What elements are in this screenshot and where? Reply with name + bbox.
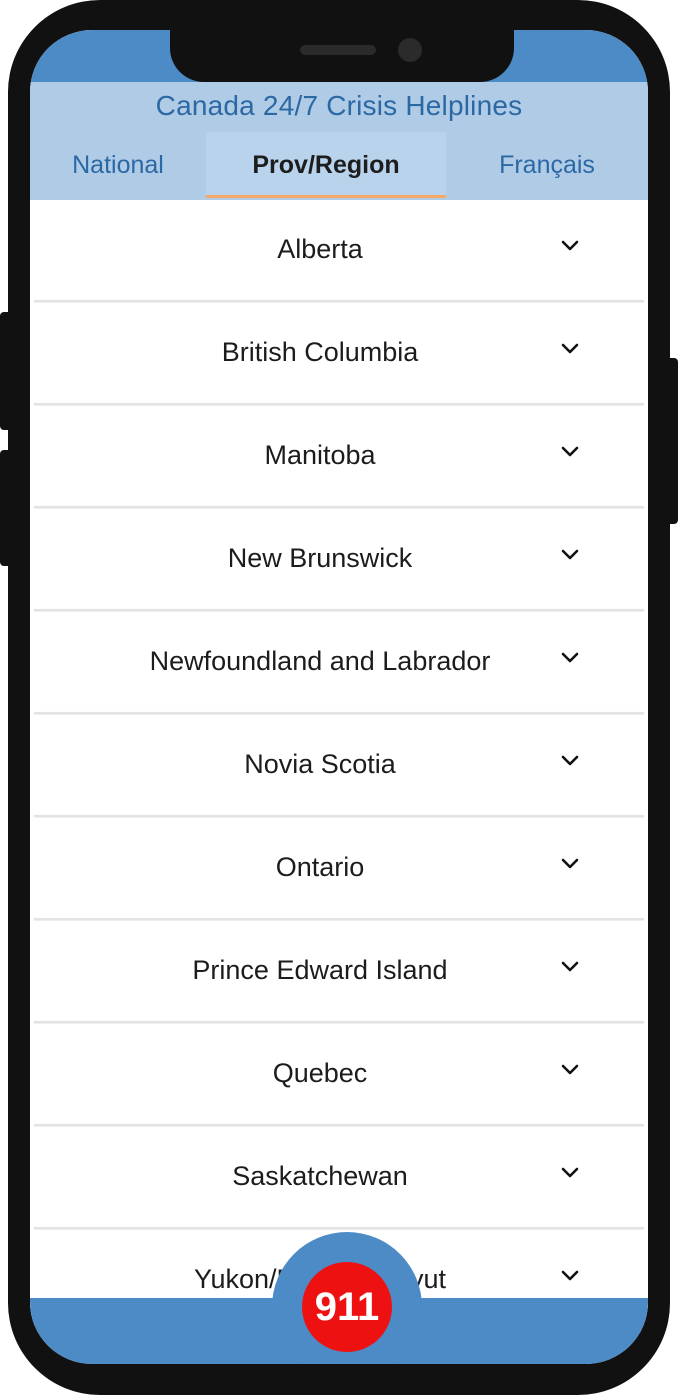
row-divider — [34, 506, 644, 508]
chevron-down-icon[interactable] — [558, 856, 582, 872]
chevron-down-icon[interactable] — [558, 1062, 582, 1078]
region-label: Quebec — [272, 1057, 368, 1088]
row-divider — [34, 300, 644, 302]
chevron-down-icon[interactable] — [558, 341, 582, 357]
row-divider — [34, 403, 644, 405]
notch — [170, 30, 514, 82]
region-item[interactable]: New Brunswick — [30, 509, 648, 612]
region-label: Alberta — [277, 233, 363, 264]
region-list: Alberta British Columbia Manitoba New Bruns… — [30, 200, 648, 1333]
screen: Canada 24/7 Crisis Helplines National Pr… — [30, 30, 648, 1364]
region-label: Newfoundland and Labrador — [149, 645, 491, 676]
chevron-down-icon[interactable] — [558, 753, 582, 769]
row-divider — [34, 1021, 644, 1023]
row-divider — [34, 712, 644, 714]
tab-francais[interactable]: Français — [446, 132, 648, 198]
region-label: Saskatchewan — [232, 1160, 408, 1191]
speaker-grille — [300, 45, 376, 55]
emergency-call-button[interactable]: 911 — [302, 1262, 392, 1352]
front-camera — [398, 38, 422, 62]
tab-national[interactable]: National — [30, 132, 206, 198]
chevron-down-icon[interactable] — [558, 650, 582, 666]
row-divider — [34, 918, 644, 920]
row-divider — [34, 1124, 644, 1126]
chevron-down-icon[interactable] — [558, 1165, 582, 1181]
region-label: British Columbia — [221, 336, 419, 367]
region-label: Prince Edward Island — [192, 954, 448, 985]
chevron-down-icon[interactable] — [558, 238, 582, 254]
region-label: Novia Scotia — [244, 748, 396, 779]
region-item[interactable]: Manitoba — [30, 406, 648, 509]
region-label: Manitoba — [264, 439, 376, 470]
region-item[interactable]: Prince Edward Island — [30, 921, 648, 1024]
chevron-down-icon[interactable] — [558, 959, 582, 975]
row-divider — [34, 609, 644, 611]
region-label: Ontario — [275, 851, 365, 882]
region-item[interactable]: Ontario — [30, 818, 648, 921]
region-item[interactable]: Alberta — [30, 200, 648, 303]
region-item[interactable]: British Columbia — [30, 303, 648, 406]
app-header: Canada 24/7 Crisis Helplines National Pr… — [30, 82, 648, 252]
tab-bar: National Prov/Region Français — [30, 132, 648, 198]
chevron-down-icon[interactable] — [558, 444, 582, 460]
row-divider — [34, 1227, 644, 1229]
region-item[interactable]: Newfoundland and Labrador — [30, 612, 648, 715]
row-divider — [34, 815, 644, 817]
page-title: Canada 24/7 Crisis Helplines — [155, 90, 523, 121]
chevron-down-icon[interactable] — [558, 547, 582, 563]
tab-prov-region[interactable]: Prov/Region — [206, 132, 446, 198]
region-item[interactable]: Novia Scotia — [30, 715, 648, 818]
region-label: New Brunswick — [227, 542, 413, 573]
region-item[interactable]: Quebec — [30, 1024, 648, 1127]
region-item[interactable]: Saskatchewan — [30, 1127, 648, 1230]
chevron-down-icon[interactable] — [558, 1268, 582, 1284]
phone-frame: Canada 24/7 Crisis Helplines National Pr… — [8, 0, 670, 1395]
